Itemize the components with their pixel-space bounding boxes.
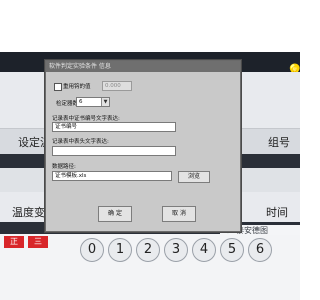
group-number-label: 组号 [268,136,290,149]
reuse-label: 重用钩的值 [63,84,91,90]
dialog-title: 软件判定实验条件 信息 [46,61,240,72]
digits-select[interactable]: 6 ▼ [76,97,110,107]
temp-change-label: 温度变 [12,206,45,219]
keypad-key-2[interactable]: 2 [136,238,160,262]
browse-button[interactable]: 浏览 [178,171,210,183]
time-label: 时间 [266,206,288,219]
header-text-label: 记录表中表头文字表达: [52,139,109,145]
red-chip-1[interactable]: 正 [4,236,24,248]
ok-button[interactable]: 确 定 [98,206,132,222]
chevron-down-icon[interactable]: ▼ [101,98,109,106]
cert-number-input[interactable]: 证书编号 [52,122,176,132]
keypad-key-0[interactable]: 0 [80,238,104,262]
keypad-key-3[interactable]: 3 [164,238,188,262]
reuse-checkbox[interactable] [54,83,62,91]
data-path-label: 数据路径: [52,164,76,170]
header-text-input[interactable] [52,146,176,156]
keypad-key-6[interactable]: 6 [248,238,272,262]
reuse-value-field[interactable]: 0.000 [102,81,132,91]
digits-label: 检定器数 [56,101,79,107]
keypad-key-1[interactable]: 1 [108,238,132,262]
cert-number-label: 记录表中证书编号文字表达: [52,116,120,122]
digits-select-value: 6 [79,99,83,105]
keypad-key-5[interactable]: 5 [220,238,244,262]
cancel-button[interactable]: 取 消 [162,206,196,222]
settings-dialog: 软件判定实验条件 信息 重用钩的值 0.000 检定器数 6 ▼ 记录表中证书编… [45,60,241,232]
data-path-input[interactable]: 证书模板.xls [52,171,172,181]
keypad-key-4[interactable]: 4 [192,238,216,262]
red-chip-2[interactable]: 三 [28,236,48,248]
